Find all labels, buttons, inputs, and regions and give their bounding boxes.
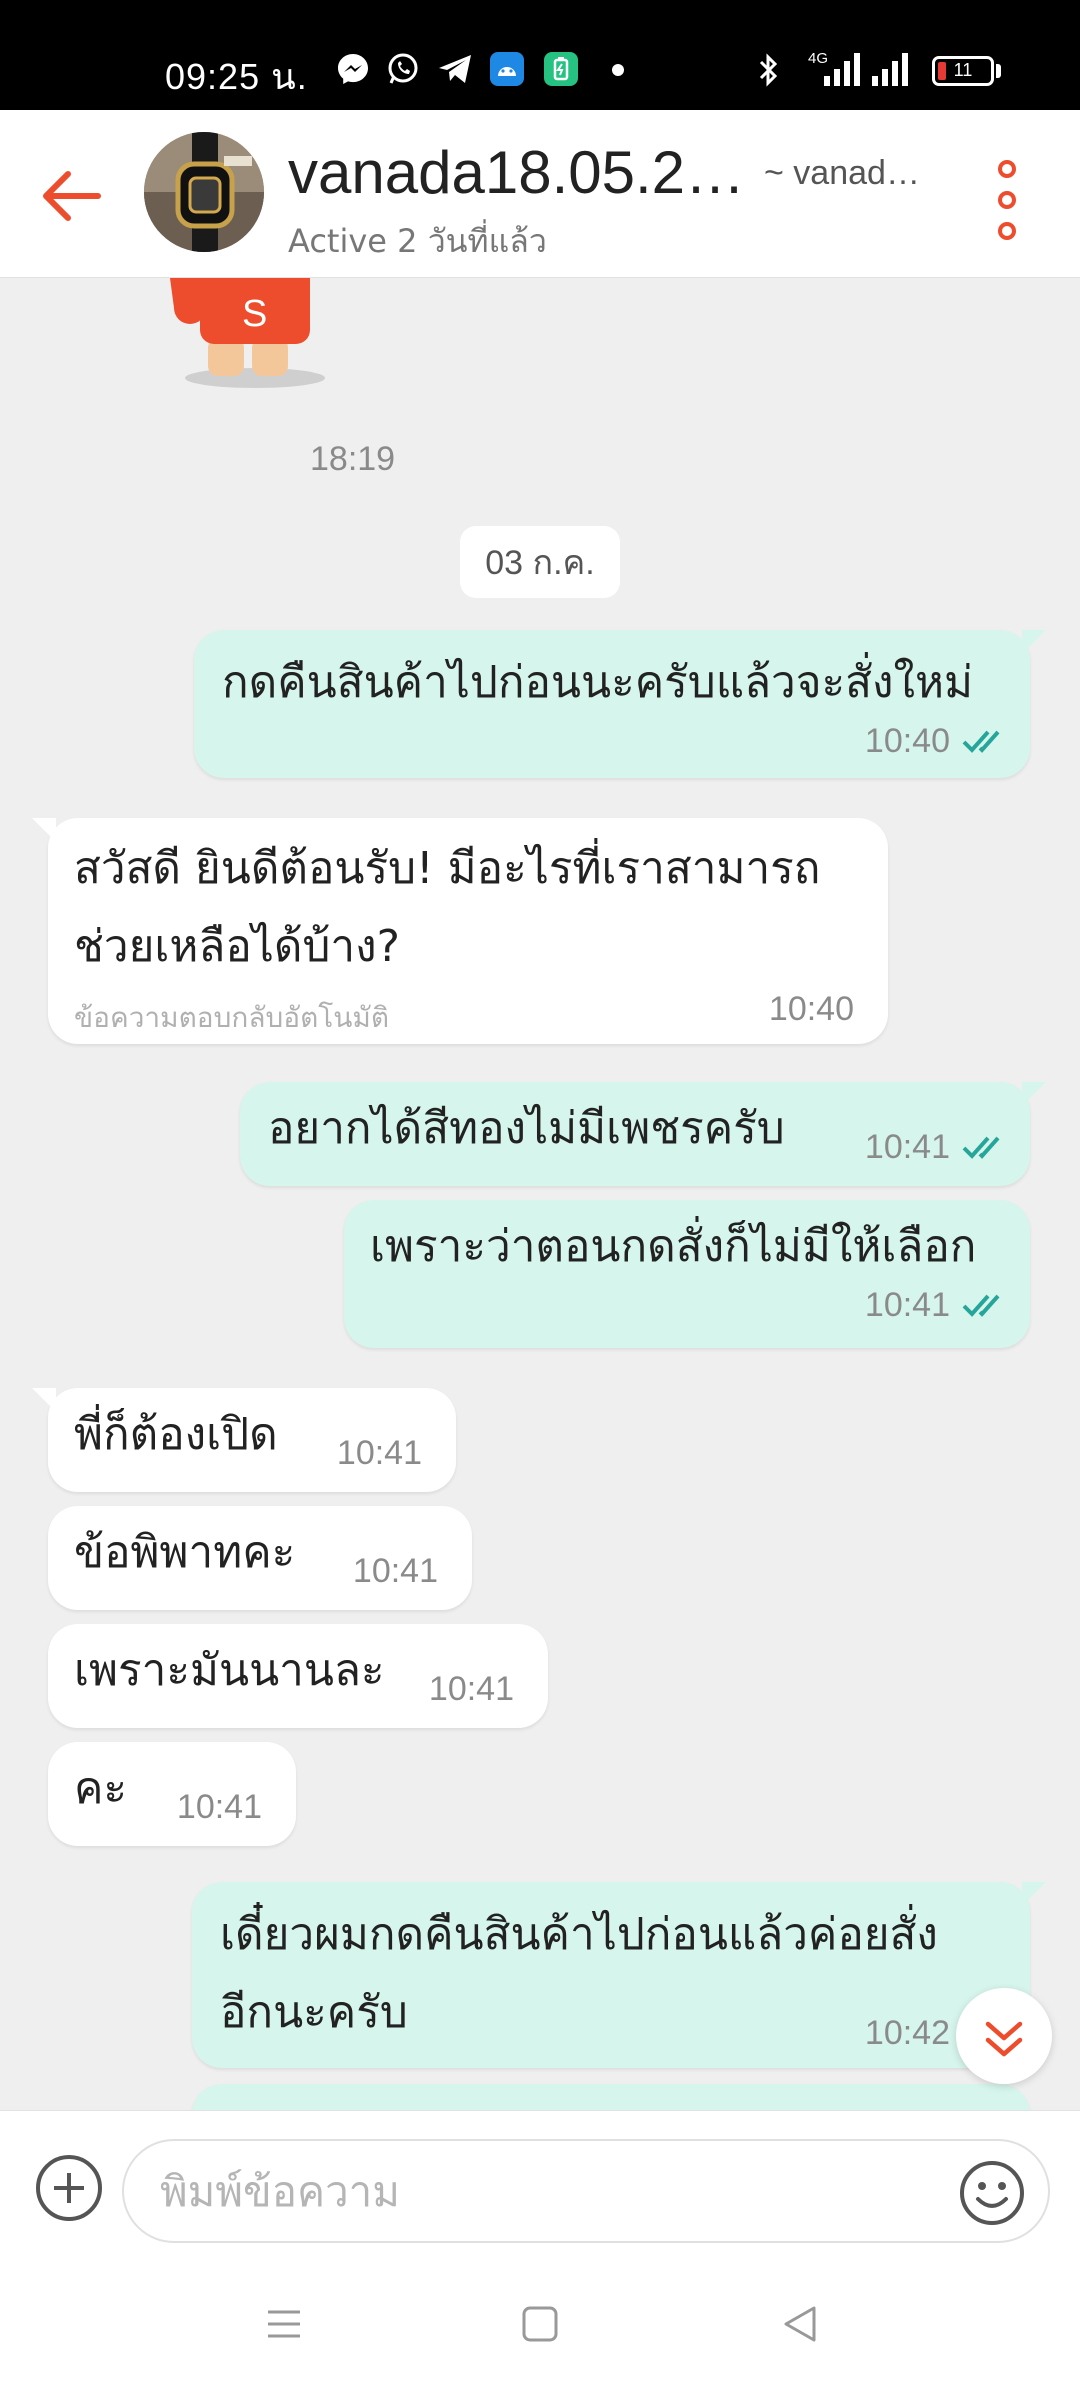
- message-time: 10:40: [768, 990, 854, 1028]
- notification-dot: [612, 64, 624, 76]
- whatsapp-icon: [388, 53, 418, 84]
- date-chip: 03 ก.ค.: [460, 526, 620, 598]
- message-bubble-outgoing[interactable]: กดคืนสินค้าไปก่อนนะครับแล้วจะสั่งใหม่ 10…: [194, 630, 1046, 778]
- battery-level: 11: [953, 60, 973, 80]
- message-time: 10:41: [336, 1434, 422, 1472]
- message-bubble-outgoing[interactable]: เดี๋ยวผมกดคืนสินค้าไปก่อนแล้วค่อยสั่ง อี…: [192, 1882, 1046, 2068]
- telegram-icon: [439, 55, 471, 83]
- message-bubble-incoming[interactable]: พี่ก็ต้องเปิด 10:41: [32, 1388, 456, 1492]
- message-time: 10:41: [352, 1552, 438, 1590]
- message-text: คะ: [74, 1763, 128, 1814]
- auto-reply-label: ข้อความตอบกลับอัตโนมัติ: [74, 1001, 390, 1034]
- double-check-icon: [962, 1136, 1000, 1159]
- message-bubble-incoming[interactable]: เพราะมันนานละ 10:41: [48, 1624, 548, 1728]
- system-nav-bar: [0, 2250, 1080, 2400]
- message-time: 10:40: [864, 722, 950, 760]
- message-input[interactable]: [122, 2139, 1050, 2243]
- message-text: เดี๋ยวผมกดคืนสินค้าไปก่อนแล้วค่อยสั่ง อี…: [220, 1909, 938, 2038]
- message-input-bar: [0, 2110, 1080, 2250]
- signal-icon-2: [872, 52, 908, 86]
- more-options-icon[interactable]: [990, 160, 1024, 240]
- message-text: กดคืนสินค้าไปก่อนนะครับแล้วจะสั่งใหม่: [222, 657, 973, 708]
- message-time: 10:42: [864, 2014, 950, 2052]
- status-time: 09:25 น.: [165, 56, 308, 97]
- message-text: อยากได้สีทองไม่มีเพชรครับ: [268, 1103, 785, 1154]
- scroll-to-bottom-button[interactable]: [956, 1988, 1052, 2084]
- avatar[interactable]: [144, 132, 264, 252]
- message-time: 10:41: [864, 1286, 950, 1324]
- menu-icon[interactable]: [254, 2294, 314, 2354]
- chat-header: vanada18.05.2… ~ vanad… Active 2 วันที่แ…: [0, 110, 1080, 278]
- message-bubble-outgoing[interactable]: [192, 2084, 1030, 2110]
- time-separator: 18:19: [310, 440, 396, 478]
- status-bar: 09:25 น. 4G 11: [0, 0, 1080, 110]
- chat-title[interactable]: vanada18.05.2…: [288, 138, 745, 207]
- battery-app-icon: [544, 52, 578, 86]
- message-bubble-incoming[interactable]: ข้อพิพาทคะ 10:41: [48, 1506, 472, 1610]
- bluetooth-icon: [759, 53, 778, 87]
- android-app-icon: [490, 52, 524, 86]
- active-status: Active 2 วันที่แล้ว: [288, 222, 547, 260]
- message-bubble-outgoing[interactable]: อยากได้สีทองไม่มีเพชรครับ 10:41: [240, 1082, 1046, 1186]
- chat-username: ~ vanad…: [764, 154, 920, 192]
- message-text: ข้อพิพาทคะ: [74, 1527, 296, 1578]
- sticker-image[interactable]: S: [160, 278, 340, 388]
- message-bubble-outgoing[interactable]: เพราะว่าตอนกดสั่งก็ไม่มีให้เลือก 10:41: [344, 1200, 1030, 1348]
- smiley-icon[interactable]: [958, 2159, 1026, 2227]
- chevron-double-down-icon: [985, 2021, 1023, 2057]
- message-time: 10:41: [428, 1670, 514, 1708]
- plus-circle-icon[interactable]: [36, 2155, 102, 2221]
- svg-text:S: S: [242, 293, 267, 335]
- battery-icon: 11: [932, 56, 994, 86]
- message-bubble-incoming[interactable]: สวัสดี ยินดีต้อนรับ! มีอะไรที่เราสามารถ …: [32, 818, 888, 1044]
- home-icon[interactable]: [510, 2294, 570, 2354]
- message-text: เพราะว่าตอนกดสั่งก็ไม่มีให้เลือก: [370, 1221, 977, 1272]
- message-text: เพราะมันนานละ: [74, 1645, 385, 1696]
- message-time: 10:41: [176, 1788, 262, 1826]
- double-check-icon: [962, 730, 1000, 753]
- message-text: พี่ก็ต้องเปิด: [74, 1409, 278, 1460]
- back-arrow-icon[interactable]: [34, 156, 114, 236]
- message-time: 10:41: [864, 1128, 950, 1166]
- double-check-icon: [962, 1294, 1000, 1317]
- messenger-icon: [338, 54, 368, 84]
- signal-icon: [824, 52, 860, 86]
- message-list[interactable]: S 18:19 03 ก.ค. กดคืนสินค้าไปก่อนนะครับแ…: [0, 278, 1080, 2110]
- message-bubble-incoming[interactable]: คะ 10:41: [48, 1742, 296, 1846]
- back-nav-icon[interactable]: [770, 2294, 830, 2354]
- message-text: สวัสดี ยินดีต้อนรับ! มีอะไรที่เราสามารถ …: [74, 843, 821, 972]
